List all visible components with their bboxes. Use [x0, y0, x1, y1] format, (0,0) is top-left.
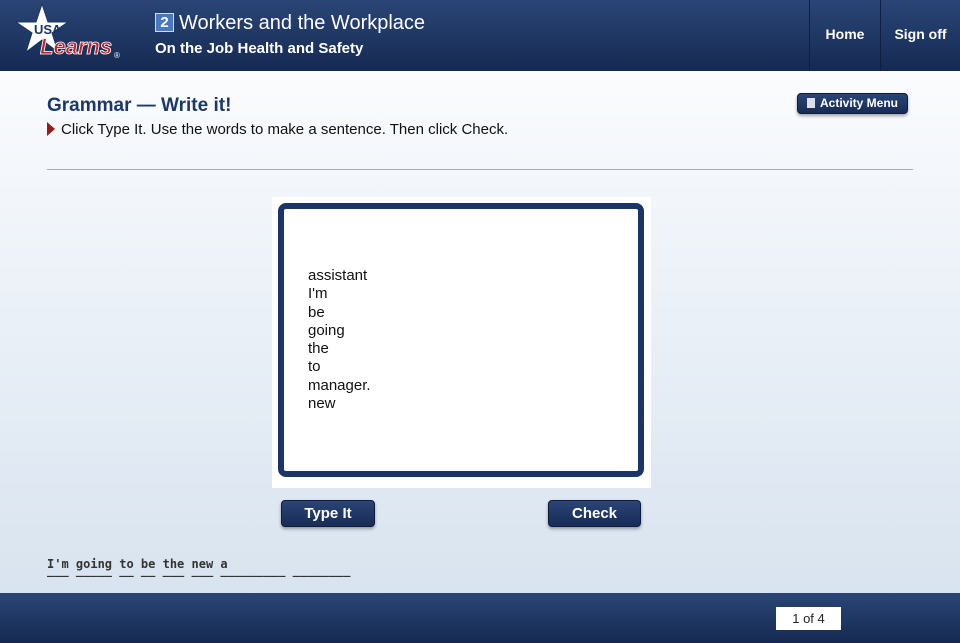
- divider: [47, 169, 913, 170]
- header: USA Learns ® 2 Workers and the Workplace …: [0, 0, 960, 71]
- svg-text:Learns: Learns: [40, 34, 112, 59]
- word-item: assistant: [308, 267, 368, 284]
- lesson-title: On the Job Health and Safety: [155, 40, 364, 57]
- activity-menu-button[interactable]: Activity Menu: [797, 93, 908, 114]
- word-item: going: [308, 321, 345, 339]
- word-item: the: [308, 340, 329, 358]
- check-button[interactable]: Check: [548, 500, 641, 527]
- menu-document-icon: [806, 98, 815, 108]
- unit-number-badge: 2: [155, 13, 174, 32]
- page-indicator: 1 of 4: [776, 607, 841, 630]
- activity-title: Grammar — Write it!: [47, 95, 232, 116]
- word-list: assistant I'm be going the to manager. new: [308, 267, 371, 413]
- instruction-text: Click Type It. Use the words to make a s…: [61, 121, 509, 138]
- arrow-icon: [47, 122, 55, 136]
- answer-blanks: ___ _____ __ __ ___ ___ _________ ______…: [47, 563, 351, 577]
- word-item: manager.: [308, 376, 371, 394]
- word-item: new: [308, 395, 336, 413]
- instruction: Click Type It. Use the words to make a s…: [47, 121, 508, 138]
- unit-title-text: Workers and the Workplace: [179, 12, 426, 34]
- activity-menu-label: Activity Menu: [819, 96, 898, 110]
- word-card: assistant I'm be going the to manager. new: [272, 197, 651, 488]
- svg-text:®: ®: [114, 51, 120, 60]
- usa-learns-logo[interactable]: USA Learns ®: [12, 2, 127, 66]
- answer-input[interactable]: I'm going to be the new a ___ _____ __ __…: [47, 557, 350, 577]
- unit-title: 2 Workers and the Workplace: [155, 12, 425, 35]
- home-link[interactable]: Home: [809, 0, 880, 71]
- word-item: I'm: [308, 285, 328, 303]
- word-item: to: [308, 358, 321, 376]
- word-item: be: [308, 303, 325, 321]
- word-box: assistant I'm be going the to manager. new: [278, 203, 644, 477]
- sign-off-link[interactable]: Sign off: [880, 0, 960, 71]
- type-it-button[interactable]: Type It: [281, 500, 375, 527]
